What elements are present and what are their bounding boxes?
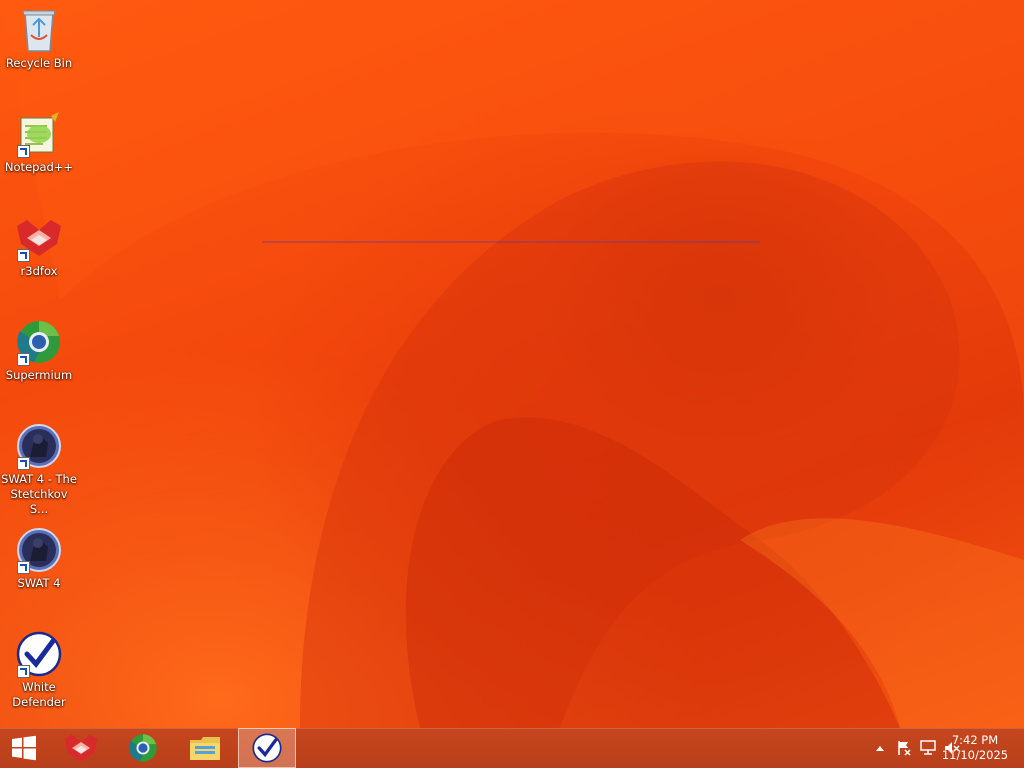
desktop-icon-supermium[interactable]: Supermium [0, 318, 78, 383]
start-button[interactable] [0, 728, 48, 768]
r3dfox-icon [64, 734, 98, 762]
shortcut-arrow-icon [17, 249, 30, 262]
swat4-stetchkov-icon [15, 422, 63, 470]
taskbar-button-r3dfox[interactable] [52, 728, 110, 768]
shortcut-arrow-icon [17, 145, 30, 158]
file-explorer-icon [190, 737, 220, 760]
swat4-icon [15, 526, 63, 574]
desktop-icon-label: r3dfox [20, 264, 58, 278]
desktop-icon-label: Supermium [5, 368, 73, 382]
network-icon[interactable] [920, 740, 936, 756]
desktop-icon-recycle-bin[interactable]: Recycle Bin [0, 6, 78, 71]
clock-date: 11/10/2025 [941, 748, 1009, 762]
desktop-icon-label: White Defender [12, 680, 66, 709]
desktop-icon-white-defender[interactable]: White Defender [0, 630, 78, 710]
desktop-icon-label: Notepad++ [4, 160, 74, 174]
white-defender-icon [15, 630, 63, 678]
clock-time: 7:42 PM [951, 733, 999, 747]
shortcut-arrow-icon [17, 561, 30, 574]
system-tray: 7:42 PM 11/10/2025 [824, 728, 1024, 768]
desktop-wallpaper [0, 0, 1024, 728]
notepad-plus-plus-icon [15, 110, 63, 158]
desktop-icon-r3dfox[interactable]: r3dfox [0, 214, 78, 279]
windows-logo-icon [12, 735, 36, 761]
supermium-icon [15, 318, 63, 366]
show-hidden-icons-chevron-icon[interactable] [872, 740, 888, 756]
desktop-icon-swat4-stetchkov[interactable]: SWAT 4 - The Stetchkov S... [0, 422, 78, 517]
action-center-flag-icon[interactable] [896, 740, 912, 756]
supermium-icon [128, 734, 157, 762]
recycle-bin-icon [15, 6, 63, 54]
taskbar-button-supermium[interactable] [114, 728, 172, 768]
wallpaper-swirl [0, 0, 1024, 728]
taskbar: 7:42 PM 11/10/2025 [0, 728, 1024, 768]
desktop-icon-swat4[interactable]: SWAT 4 [0, 526, 78, 591]
taskbar-clock[interactable]: 7:42 PM 11/10/2025 [940, 733, 1010, 763]
taskbar-button-file-explorer[interactable] [176, 728, 234, 768]
shortcut-arrow-icon [17, 353, 30, 366]
desktop-icon-notepad-plus-plus[interactable]: Notepad++ [0, 110, 78, 175]
taskbar-button-white-defender[interactable] [238, 728, 296, 768]
desktop-icon-label: SWAT 4 [17, 576, 61, 590]
shortcut-arrow-icon [17, 457, 30, 470]
shortcut-arrow-icon [17, 665, 30, 678]
desktop-icon-label: SWAT 4 - The Stetchkov S... [1, 472, 77, 516]
desktop-icon-label: Recycle Bin [5, 56, 73, 70]
white-defender-icon [252, 733, 282, 763]
r3dfox-icon [15, 214, 63, 262]
